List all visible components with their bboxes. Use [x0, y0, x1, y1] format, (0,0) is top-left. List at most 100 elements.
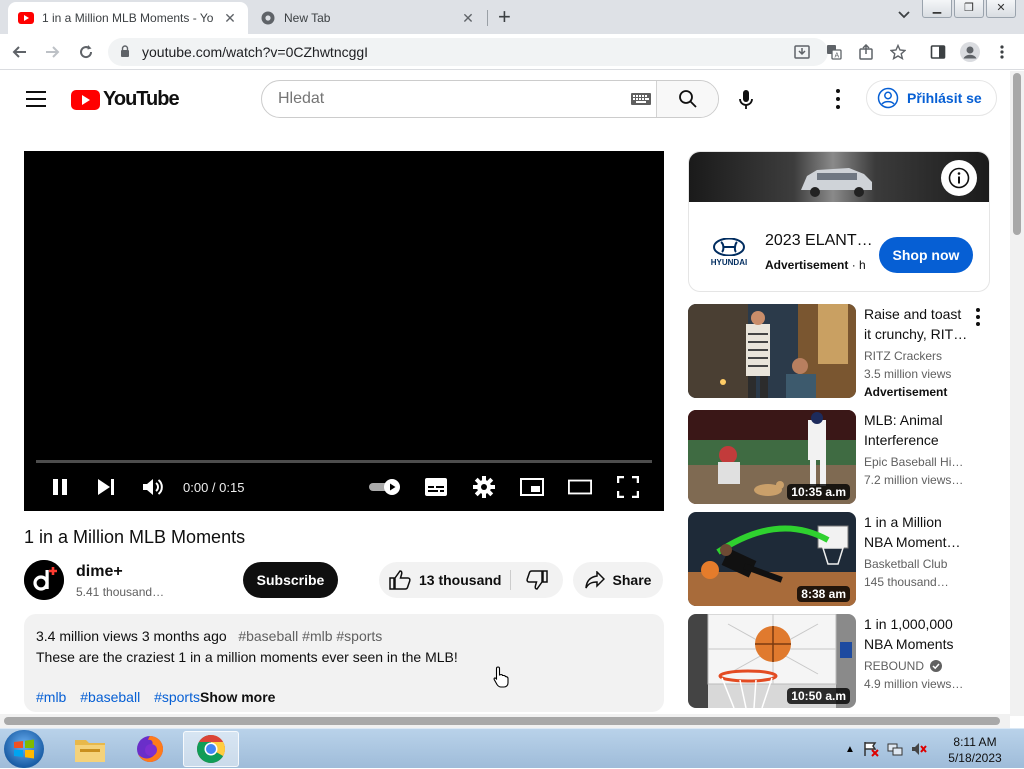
- browser-menu-icon[interactable]: [990, 40, 1014, 64]
- reload-icon[interactable]: [74, 40, 98, 64]
- scroll-thumb[interactable]: [4, 717, 1000, 725]
- tab-close-icon[interactable]: ✕: [222, 10, 238, 27]
- voice-search-mic-icon[interactable]: [736, 89, 756, 116]
- video-duration-badge: 8:38 am: [797, 586, 850, 602]
- browser-toolbar: youtube.com/watch?v=0CZhwtncggI A: [0, 34, 1024, 70]
- sign-in-button[interactable]: Přihlásit se: [866, 80, 997, 116]
- install-app-icon[interactable]: [790, 40, 814, 64]
- back-arrow-icon[interactable]: [8, 40, 32, 64]
- dislike-button[interactable]: [511, 570, 563, 590]
- settings-more-icon[interactable]: [830, 89, 846, 109]
- hashtag-link[interactable]: #sports: [154, 689, 200, 705]
- scroll-thumb[interactable]: [1013, 73, 1021, 235]
- tab-youtube[interactable]: 1 in a Million MLB Moments - Yo ✕: [8, 2, 248, 34]
- more-actions-icon[interactable]: [976, 308, 980, 329]
- tab-search-chevron-icon[interactable]: [898, 8, 910, 22]
- close-window-icon[interactable]: ✕: [986, 0, 1016, 18]
- sidebar-ad[interactable]: HYUNDAI 2023 ELANT… Advertisement · h Sh…: [688, 151, 990, 292]
- tab-divider: [487, 10, 488, 26]
- recommended-video[interactable]: 10:35 a.m MLB: Animal Interference Epic …: [688, 410, 990, 504]
- video-title[interactable]: Raise and toast it crunchy, RIT…: [864, 304, 968, 344]
- firefox-icon[interactable]: [122, 731, 178, 767]
- share-page-icon[interactable]: [854, 40, 878, 64]
- minimize-icon[interactable]: ▁: [922, 0, 952, 18]
- video-title[interactable]: 1 in 1,000,000 NBA Moments: [864, 614, 968, 654]
- share-button[interactable]: Share: [573, 562, 663, 598]
- search-button[interactable]: [656, 81, 718, 117]
- profile-avatar-icon[interactable]: [958, 40, 982, 64]
- description-text: These are the craziest 1 in a million mo…: [36, 649, 458, 665]
- volume-icon[interactable]: [141, 475, 165, 499]
- logo-text: YouTube: [103, 88, 180, 110]
- forward-arrow-icon[interactable]: [40, 40, 64, 64]
- recommended-video[interactable]: 8:38 am 1 in a Million NBA Moment… Baske…: [688, 512, 990, 606]
- recommended-video[interactable]: Raise and toast it crunchy, RIT… RITZ Cr…: [688, 304, 990, 399]
- like-count: 13 thousand: [419, 572, 502, 588]
- search-input[interactable]: [262, 81, 626, 117]
- address-bar[interactable]: youtube.com/watch?v=0CZhwtncggI: [108, 38, 828, 66]
- action-center-flag-icon[interactable]: [863, 741, 879, 757]
- search-box: [261, 80, 719, 118]
- video-player[interactable]: 0:00 / 0:15: [24, 151, 664, 511]
- shop-now-button[interactable]: Shop now: [879, 237, 973, 273]
- video-views: 7.2 million views…: [864, 473, 964, 487]
- clock-date: 5/18/2023: [948, 751, 1002, 765]
- network-icon[interactable]: [887, 741, 903, 757]
- guide-menu-icon[interactable]: [26, 91, 46, 107]
- video-channel[interactable]: Epic Baseball Hi…: [864, 455, 963, 469]
- youtube-logo[interactable]: YouTube: [71, 88, 180, 111]
- youtube-masthead: YouTube Přihlásit se: [0, 71, 1010, 127]
- show-more-button[interactable]: Show more: [200, 689, 275, 705]
- tab-close-icon[interactable]: ✕: [460, 10, 476, 27]
- lock-icon[interactable]: [120, 44, 134, 60]
- fullscreen-icon[interactable]: [616, 475, 640, 499]
- start-button[interactable]: [4, 730, 44, 768]
- file-explorer-icon[interactable]: [62, 731, 118, 767]
- channel-avatar[interactable]: [24, 560, 64, 600]
- video-thumbnail[interactable]: 10:35 a.m: [688, 410, 856, 504]
- video-title[interactable]: MLB: Animal Interference: [864, 410, 968, 450]
- video-channel[interactable]: Basketball Club: [864, 557, 947, 571]
- channel-name: REBOUND: [864, 659, 925, 673]
- bookmark-star-icon[interactable]: [886, 40, 910, 64]
- video-thumbnail[interactable]: 10:50 a.m: [688, 614, 856, 708]
- show-hidden-icons-icon[interactable]: ▲: [845, 744, 855, 755]
- recommended-video[interactable]: 10:50 a.m 1 in 1,000,000 NBA Moments REB…: [688, 614, 990, 708]
- taskbar-clock[interactable]: 8:11 AM 5/18/2023: [940, 734, 1010, 766]
- like-button[interactable]: 13 thousand: [379, 570, 511, 590]
- vertical-scrollbar[interactable]: [1010, 71, 1024, 716]
- subscribe-button[interactable]: Subscribe: [243, 562, 338, 598]
- next-video-icon[interactable]: [94, 475, 118, 499]
- chrome-taskbar-icon[interactable]: [183, 731, 239, 767]
- channel-name[interactable]: dime+: [76, 563, 123, 581]
- hashtag-link[interactable]: #mlb: [36, 689, 66, 705]
- ad-info-icon[interactable]: [941, 160, 977, 196]
- new-tab-icon[interactable]: +: [498, 6, 511, 28]
- settings-gear-icon[interactable]: [472, 475, 496, 499]
- miniplayer-icon[interactable]: [520, 475, 544, 499]
- side-panel-icon[interactable]: [926, 40, 950, 64]
- description-box[interactable]: 3.4 million views 3 months ago #baseball…: [24, 614, 664, 712]
- hashtag-link[interactable]: #baseball: [80, 689, 140, 705]
- theater-mode-icon[interactable]: [568, 475, 592, 499]
- tab-new-tab[interactable]: New Tab ✕: [250, 2, 486, 34]
- keyboard-icon[interactable]: [626, 81, 656, 117]
- video-title: 1 in a Million MLB Moments: [24, 527, 246, 547]
- account-circle-icon: [877, 87, 899, 109]
- share-arrow-icon: [584, 571, 605, 589]
- player-controls: 0:00 / 0:15: [24, 463, 664, 511]
- video-views: 4.9 million views…: [864, 677, 964, 691]
- volume-muted-icon[interactable]: [911, 741, 927, 757]
- hyundai-logo: HYUNDAI: [709, 237, 749, 267]
- translate-icon[interactable]: A: [822, 40, 846, 64]
- video-thumbnail[interactable]: [688, 304, 856, 398]
- subtitles-icon[interactable]: [424, 475, 448, 499]
- restore-icon[interactable]: ❐: [954, 0, 984, 18]
- video-channel[interactable]: REBOUND: [864, 659, 943, 673]
- horizontal-scrollbar[interactable]: [0, 714, 1010, 728]
- autoplay-toggle-icon[interactable]: [368, 475, 402, 499]
- video-channel[interactable]: RITZ Crackers: [864, 349, 942, 363]
- video-title[interactable]: 1 in a Million NBA Moment…: [864, 512, 968, 552]
- video-thumbnail[interactable]: 8:38 am: [688, 512, 856, 606]
- pause-icon[interactable]: [48, 475, 72, 499]
